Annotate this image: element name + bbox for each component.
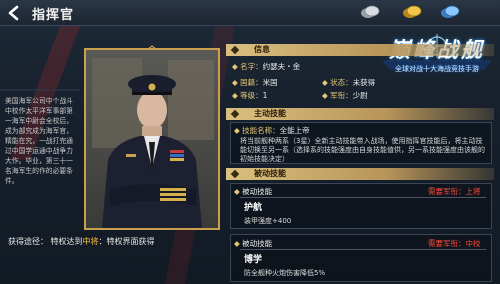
active-skill-header: 主动技能 (226, 108, 494, 120)
obtain-label: 获得途径： (8, 237, 48, 246)
rank-value: 少尉 (352, 91, 368, 100)
divider (240, 197, 486, 198)
status-value: 未获得 (352, 78, 376, 87)
section-tag-icon (230, 109, 240, 119)
commander-figure (86, 50, 218, 228)
divider (240, 249, 486, 250)
passive-skill-2-rank: 需要军衔：中校 (428, 239, 481, 248)
top-bar: 指挥官 (0, 0, 500, 26)
obtain-text-post: ：特权界面获得 (98, 237, 155, 246)
blue-gem-icon[interactable] (440, 5, 460, 19)
obtain-text-pre: 特权达到 (50, 237, 83, 246)
info-section-header: 信息 (226, 44, 494, 56)
obtain-method: 获得途径： 特权达到中将：特权界面获得 (8, 236, 155, 247)
level-label: 等级： (240, 91, 263, 100)
active-skill-section-label: 主动技能 (254, 109, 286, 118)
page-title: 指挥官 (32, 8, 75, 23)
info-section-label: 信息 (254, 45, 270, 54)
silver-coin-icon[interactable] (360, 5, 380, 19)
level-value: 1 (262, 91, 268, 100)
rank-label: 军衔： (330, 91, 353, 100)
section-tag-icon (230, 169, 240, 179)
section-tag-icon (230, 45, 240, 55)
passive-skill-1-label: 被动技能 (242, 187, 273, 196)
active-skill-name-row: ◆ 技能名称：全能上帝 (234, 126, 310, 135)
info-country-row: ◆ 国籍：米国 (232, 78, 278, 87)
active-skill-name-value: 全能上帝 (279, 126, 310, 135)
passive-skill-1-name: 护航 (244, 203, 263, 213)
active-skill-description: 将当前舰种两系（3星）全新主动技能带入战场，使用指挥官技能后，将主动技能切换至另… (240, 137, 485, 163)
passive-skill-2-effect: 防全舰种火炮伤害降低5% (244, 269, 326, 277)
logo-subtitle: 全球对战十大海战竞技手游 (395, 65, 479, 73)
commander-bio: 美国海军公司中个战斗中校作太平洋军事部第一海军中尉会全校后，成为部究成为海军官，… (5, 97, 73, 185)
gold-coin-icon[interactable] (402, 5, 422, 19)
active-skill-name-label: 技能名称： (242, 126, 280, 135)
name-label: 名字： (240, 62, 263, 71)
passive-skill-2-name: 博学 (244, 255, 263, 265)
status-label: 状态： (330, 78, 353, 87)
passive-skill-1-title: ◆ 被动技能 (234, 187, 273, 196)
obtain-rank-highlight: 中将 (82, 237, 99, 246)
info-status-row: ◆ 状态：未获得 (322, 78, 376, 87)
passive-skill-section-label: 被动技能 (254, 169, 286, 178)
commander-portrait (84, 48, 220, 230)
passive-skill-header: 被动技能 (226, 168, 494, 180)
back-arrow-icon[interactable] (4, 4, 24, 22)
name-value: 约瑟夫・金 (262, 62, 301, 71)
passive-skill-2-title: ◆ 被动技能 (234, 239, 273, 248)
info-level-row: ◆ 等级：1 (232, 91, 268, 100)
passive-skill-2-label: 被动技能 (242, 239, 273, 248)
country-value: 米国 (262, 78, 278, 87)
passive-skill-1-effect: 装甲强度+400 (244, 217, 292, 225)
country-label: 国籍： (240, 78, 263, 87)
info-rank-row: ◆ 军衔：少尉 (322, 91, 368, 100)
passive-skill-1-rank: 需要军衔：上将 (428, 187, 481, 196)
info-name-row: ◆ 名字：约瑟夫・金 (232, 62, 301, 71)
